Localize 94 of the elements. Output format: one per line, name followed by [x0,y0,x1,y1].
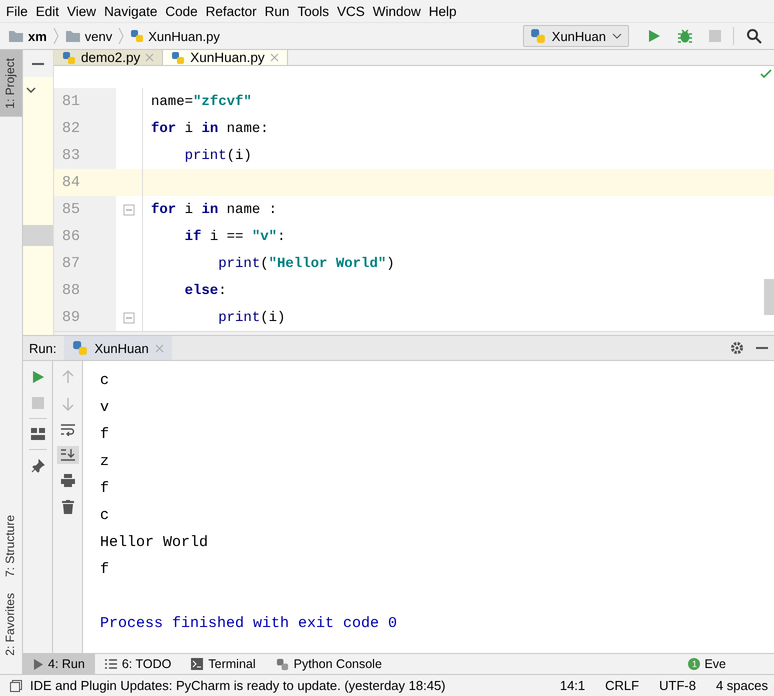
menu-item[interactable]: View [63,4,100,18]
editor-tab[interactable]: XunHuan.py [163,50,288,65]
python-file-icon [171,50,186,64]
menu-item[interactable]: Run [260,4,294,18]
code-line: else: [184,282,227,298]
window-icon[interactable] [10,680,22,692]
scrollbar-thumb[interactable] [764,279,774,315]
status-item[interactable]: 4 spaces [710,678,774,693]
run-icon[interactable] [30,370,44,384]
menu-item[interactable]: VCS [332,4,369,18]
down-arrow-icon[interactable] [62,397,74,411]
menu-item[interactable]: Window [368,4,425,18]
status-item[interactable]: CRLF [599,678,646,693]
trash-icon[interactable] [62,500,74,514]
panel-title: Run: [28,340,58,356]
up-arrow-icon[interactable] [62,370,74,384]
status-message: IDE and Plugin Updates: PyCharm is ready to update. (yesterday 18:45) [30,678,446,693]
console-line: Process finished with exit code 0 [100,614,398,634]
code-line: for i in name : [151,202,278,218]
python-file-icon [62,50,76,64]
menu-item[interactable]: Navigate [100,4,162,18]
console-line: z [100,452,110,472]
terminal-icon [191,658,204,670]
python-file-icon [130,29,144,43]
folder-icon [64,29,81,43]
folder-icon [8,29,24,43]
code-line: print(i) [217,310,286,326]
check-icon [760,69,772,79]
line-number: 88 [54,277,116,304]
console-line: c [100,506,110,526]
tool-window-tab[interactable]: 4: Run [23,654,95,674]
line-number: 85 [54,196,116,223]
close-icon[interactable] [270,53,279,62]
console-line: Hellor World [100,533,210,553]
menu-item[interactable]: File [2,4,32,18]
code-line: print(i) [184,148,252,164]
line-number: 86 [54,223,116,250]
code-line: print("Hellor World") [217,256,395,272]
breadcrumb[interactable]: XunHuan.py [148,28,220,44]
layout-icon[interactable] [30,428,44,440]
fold-icon[interactable] [123,204,135,216]
chevron-icon [118,27,124,45]
chevron-icon[interactable] [26,87,36,93]
caret-icon [612,33,622,39]
menu-item[interactable]: Code [161,4,202,18]
tool-window-tab[interactable]: 2: Favorites [0,585,22,664]
status-item[interactable]: UTF-8 [653,678,702,693]
run-tab[interactable]: XunHuan [64,336,172,360]
minimize-icon[interactable] [32,62,44,64]
python-icon [276,658,289,670]
python-icon [72,340,88,356]
python-icon [530,28,546,44]
tool-window-tab[interactable]: 7: Structure [0,507,22,586]
status-item[interactable]: 14:1 [554,678,592,693]
line-number: 83 [54,142,116,169]
menu-item[interactable]: Edit [32,4,64,18]
tool-window-tab[interactable]: 1: Project [0,50,22,117]
print-icon[interactable] [60,474,74,487]
tool-window-tab[interactable]: 6: TODO [94,654,182,674]
run-icon[interactable] [647,29,661,43]
console-line: f [100,425,110,445]
code-line: for i in name: [151,120,269,136]
bug-icon[interactable] [677,28,693,44]
event-log-button[interactable]: 1 Eve [688,657,774,671]
console-line: f [100,560,110,580]
editor-tab[interactable]: demo2.py [54,50,164,65]
wrap-icon[interactable] [60,424,74,436]
tool-window-tab[interactable]: Python Console [266,654,392,674]
code-line: name="zfcvf" [151,94,252,110]
search-icon[interactable] [746,28,762,44]
tool-window-tab[interactable]: Terminal [181,654,266,674]
fold-icon[interactable] [123,312,135,324]
breadcrumb[interactable]: venv [84,28,112,44]
chevron-icon [52,27,59,45]
menu-item[interactable]: Refactor [202,4,261,18]
menu-item[interactable]: Help [424,4,460,18]
console-line: f [100,479,110,499]
close-icon[interactable] [145,53,154,62]
console-line: v [100,398,110,418]
code-line: if i == "v": [184,228,286,244]
settings-icon[interactable] [730,341,744,355]
play-icon [33,658,43,670]
line-number: 81 [54,88,116,115]
breadcrumb[interactable]: xm [28,28,47,44]
console-line: c [100,371,110,391]
list-icon [104,659,117,669]
line-number: 87 [54,250,116,277]
line-number: 82 [54,115,116,142]
line-number: 89 [54,304,116,331]
run-configuration-dropdown[interactable]: XunHuan [522,25,629,47]
scroll-to-end-button[interactable] [56,446,78,464]
pin-icon[interactable] [30,459,44,473]
menu-item[interactable]: Tools [293,4,333,18]
close-icon[interactable] [154,344,164,352]
